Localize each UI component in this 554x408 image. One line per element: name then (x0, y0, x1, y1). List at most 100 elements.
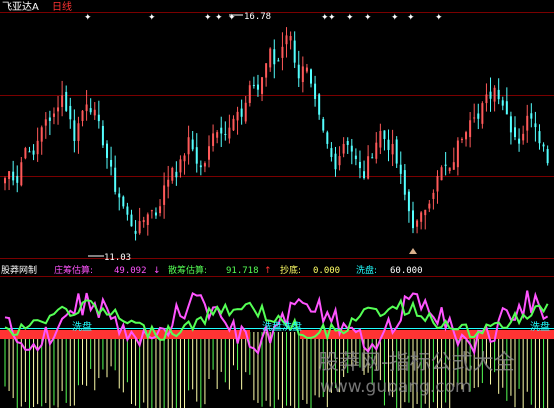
signal-marker-icon: ✦ (346, 13, 354, 23)
candle-body (420, 212, 423, 222)
candle-body (379, 130, 382, 148)
signal-marker-icon: ✦ (215, 13, 223, 23)
candle-body (216, 132, 219, 138)
candle-body (244, 102, 247, 122)
candle-body (469, 120, 472, 138)
candle-body (338, 156, 341, 166)
candle-body (73, 120, 76, 141)
retail-label: 散筹估算: (168, 264, 207, 276)
candle-body (138, 221, 141, 234)
candle-body (106, 143, 108, 158)
candle-body (330, 148, 333, 157)
candle-body (285, 35, 288, 45)
candle-body (195, 147, 198, 164)
low-label: 11.03 (104, 253, 131, 263)
candle-body (228, 127, 231, 139)
candle-body (187, 137, 190, 155)
candle-body (440, 167, 443, 181)
candle-body (32, 150, 35, 155)
candle-body (142, 220, 145, 223)
candle-body (412, 210, 414, 229)
signal-marker-icon: ✦ (391, 13, 399, 23)
candle-body (40, 127, 43, 142)
candle-body (497, 89, 500, 100)
candle-body (444, 164, 447, 166)
retail-arrow: ↑ (264, 266, 272, 276)
candle-body (20, 162, 23, 186)
candle-body (522, 133, 525, 141)
candle-body (248, 85, 251, 103)
candle-body (424, 209, 427, 216)
candle-body (163, 185, 166, 205)
candle-body (203, 163, 206, 167)
wash-tag-1: 洗盘 (72, 320, 92, 333)
candle-body (383, 130, 386, 139)
candle-body (542, 144, 545, 147)
candle-body (183, 155, 186, 162)
candle-body (89, 108, 92, 113)
candle-body (489, 91, 492, 99)
candle-body (350, 145, 353, 152)
candle-body (69, 105, 72, 120)
candle-body (403, 170, 406, 195)
candle-body (224, 133, 227, 135)
candle-body (452, 162, 455, 170)
candle-body (395, 139, 398, 164)
candle-body (126, 206, 129, 215)
candle-body (428, 203, 431, 209)
candle-body (179, 159, 182, 173)
signal-marker-icon: ✦ (148, 13, 156, 23)
candle-body (28, 151, 31, 153)
candle-body (342, 143, 345, 154)
candle-body (269, 48, 272, 68)
candle-body (546, 149, 549, 164)
candle-body (77, 123, 80, 141)
candle-body (61, 95, 64, 107)
candle-body (456, 140, 459, 168)
candle-body (167, 179, 170, 187)
candle-body (301, 66, 304, 83)
candle-body (493, 87, 496, 102)
dealer-value: 49.092 (114, 266, 147, 276)
dip-value: 0.000 (313, 266, 340, 276)
candle-body (518, 138, 521, 144)
candle-body (175, 171, 178, 178)
candle-body (8, 171, 11, 179)
candle-body (326, 132, 329, 144)
candle-body (93, 109, 96, 116)
candle-body (505, 101, 508, 115)
candle-body (12, 171, 15, 181)
candle-body (407, 191, 410, 212)
dealer-label: 庄筹估算: (54, 264, 93, 276)
candle-body (432, 192, 435, 199)
candle-body (114, 167, 117, 192)
candle-body (146, 214, 149, 225)
period-label: 日线 (52, 0, 72, 13)
candle-body (130, 214, 133, 227)
candle-body (81, 110, 84, 121)
candle-body (293, 40, 296, 63)
candle-body (265, 63, 268, 78)
candle-body (514, 127, 516, 138)
candle-body (232, 118, 235, 131)
indicator-name: 股莽网制 (1, 264, 37, 276)
watermark-line1: 股莽网-指标公式大全 (318, 350, 515, 374)
candle-body (110, 159, 113, 167)
signal-marker-icon: ✦ (328, 13, 336, 23)
candle-body (191, 139, 194, 150)
candle-body (318, 94, 321, 115)
candle-body (261, 77, 264, 94)
candle-body (289, 35, 292, 41)
candle-body (277, 60, 280, 62)
candle-body (154, 212, 157, 216)
wash-value: 60.000 (390, 266, 423, 276)
candle-body (65, 91, 68, 111)
candle-body (159, 206, 162, 214)
candle-body (375, 142, 378, 159)
high-label: 16.78 (244, 12, 271, 22)
candle-body (448, 167, 451, 171)
candle-body (363, 171, 366, 179)
candle-body (199, 165, 202, 168)
candle-body (346, 141, 349, 145)
candle-body (530, 113, 533, 119)
